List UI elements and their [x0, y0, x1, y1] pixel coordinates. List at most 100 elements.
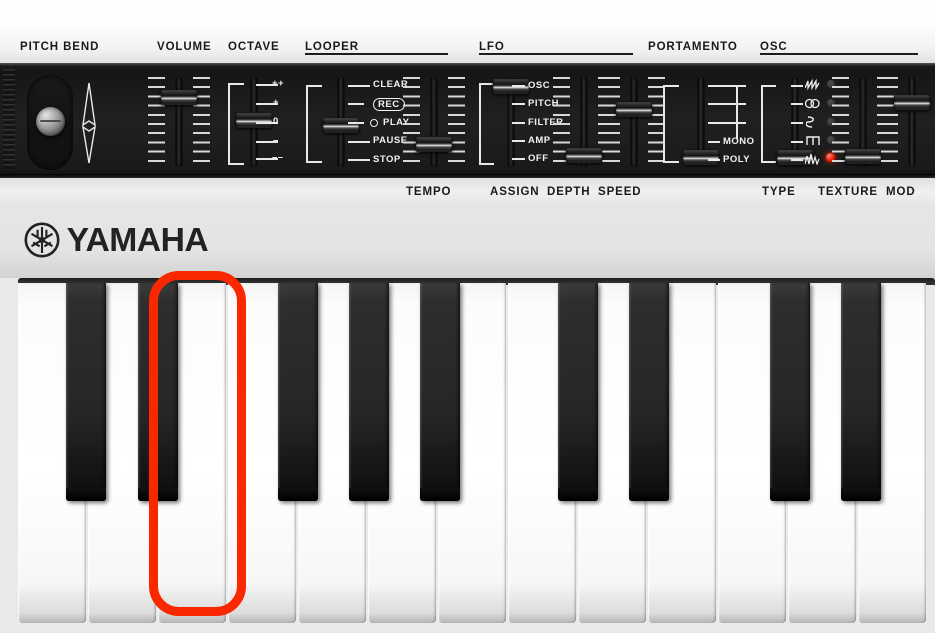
octave-mark-plus: +: [273, 97, 280, 108]
tempo-ticks-left: [403, 77, 420, 167]
black-key-highlighted[interactable]: [278, 283, 318, 501]
speed-slider-track: [630, 77, 638, 167]
volume-slider[interactable]: [148, 77, 210, 167]
tempo-slider[interactable]: [403, 77, 465, 167]
wave-noise-icon: [805, 153, 820, 165]
wave-saw-icon: [805, 79, 820, 90]
vent-grille: [3, 69, 15, 169]
portamento-dash-poly: [708, 159, 720, 161]
pitch-bend-arrows-icon: [82, 82, 96, 164]
octave-bracket: [228, 83, 244, 165]
looper-dash-rec: [348, 103, 364, 105]
bottom-label-speed: SPEED: [598, 186, 642, 198]
bottom-label-type: TYPE: [762, 186, 796, 198]
looper-dash-stop: [348, 159, 370, 161]
texture-slider-cap[interactable]: [845, 149, 881, 164]
portamento-dash-2: [708, 122, 746, 124]
looper-dash-pause: [348, 141, 370, 143]
lfo-dest-off: OFF: [528, 153, 549, 164]
black-key[interactable]: [349, 283, 389, 501]
black-key[interactable]: [770, 283, 810, 501]
mod-slider-cap[interactable]: [894, 95, 930, 110]
looper-mode-stop: STOP: [373, 154, 401, 165]
section-rule-osc: [760, 53, 918, 55]
lfo-dash-pitch: [512, 103, 525, 105]
looper-slider-cap[interactable]: [323, 118, 359, 133]
section-label-osc: OSC: [760, 41, 788, 53]
portamento-mode-mono: MONO: [723, 136, 755, 147]
section-label-octave: OCTAVE: [228, 41, 280, 53]
portamento-bracket: [663, 85, 679, 163]
speed-slider-cap[interactable]: [616, 102, 652, 117]
brand-logo: YAMAHA: [24, 221, 209, 259]
lfo-bracket: [479, 83, 494, 165]
section-label-looper: LOOPER: [305, 41, 359, 53]
lfo-dest-amp: AMP: [528, 135, 551, 146]
section-rule-looper: [305, 53, 448, 55]
portamento-vertical-rule: [736, 87, 738, 139]
osc-dash-3: [791, 141, 803, 143]
bottom-label-texture: TEXTURE: [818, 186, 878, 198]
speed-slider[interactable]: [603, 77, 665, 167]
portamento-dash-1: [708, 103, 746, 105]
black-key[interactable]: [841, 283, 881, 501]
top-label-band: PITCH BEND VOLUME OCTAVE LOOPER LFO PORT…: [0, 0, 935, 63]
octave-mark-plusplus: ++: [272, 78, 285, 89]
tempo-slider-track: [430, 77, 438, 167]
section-label-portamento: PORTAMENTO: [648, 41, 738, 53]
black-key[interactable]: [420, 283, 460, 501]
mod-slider[interactable]: [881, 77, 930, 167]
yamaha-tuning-fork-logo-icon: [24, 222, 60, 258]
octave-mark-minusminus: ––: [272, 152, 284, 163]
black-key[interactable]: [629, 283, 669, 501]
black-key[interactable]: [558, 283, 598, 501]
section-label-volume: VOLUME: [157, 41, 212, 53]
portamento-dash-mono: [708, 141, 720, 143]
depth-slider-cap[interactable]: [566, 148, 602, 163]
osc-dash-0: [791, 85, 803, 87]
section-rule-lfo: [479, 53, 633, 55]
texture-slider[interactable]: [832, 77, 894, 167]
looper-dash-clear: [348, 85, 370, 87]
octave-mark-minus: –: [273, 135, 279, 146]
looper-bracket: [306, 85, 322, 163]
osc-dash-2: [791, 122, 803, 124]
depth-slider[interactable]: [553, 77, 615, 167]
osc-dash-1: [791, 103, 803, 105]
control-panel: ++ + 0 – –– CLEAR REC PLAY PAUSE STOP OS…: [0, 63, 935, 178]
osc-bracket: [761, 85, 776, 163]
bottom-label-assign: ASSIGN: [490, 186, 540, 198]
wave-sine-icon: [806, 116, 814, 128]
tempo-ticks-right: [448, 77, 465, 167]
lfo-dash-off: [512, 158, 525, 160]
volume-slider-cap[interactable]: [161, 90, 197, 105]
looper-dash-play: [348, 122, 364, 124]
lfo-dash-filter: [512, 122, 525, 124]
looper-play-indicator: [370, 119, 378, 127]
synthesizer-screenshot: PITCH BEND VOLUME OCTAVE LOOPER LFO PORT…: [0, 0, 935, 633]
bottom-label-mod: MOD: [886, 186, 916, 198]
brand-name: YAMAHA: [66, 221, 209, 258]
wave-square-icon: [806, 136, 820, 145]
looper-mode-rec: REC: [373, 98, 405, 111]
black-key[interactable]: [66, 283, 106, 501]
wave-double-icon: [805, 98, 820, 109]
bottom-label-depth: DEPTH: [547, 186, 591, 198]
portamento-dash-0: [708, 85, 746, 87]
pitch-bend-wheel[interactable]: [36, 107, 65, 136]
annotation-highlight-rectangle: [149, 271, 246, 616]
tempo-slider-cap[interactable]: [416, 137, 452, 152]
portamento-mode-poly: POLY: [723, 154, 750, 165]
lfo-dash-amp: [512, 140, 525, 142]
lfo-dest-osc: OSC: [528, 80, 551, 91]
bottom-label-tempo: TEMPO: [406, 186, 452, 198]
portamento-slider-cap[interactable]: [683, 150, 719, 165]
osc-dash-4: [791, 159, 803, 161]
octave-mark-zero: 0: [273, 116, 279, 127]
speed-ticks-left: [603, 77, 620, 167]
section-label-pitch-bend: PITCH BEND: [20, 41, 100, 53]
lfo-dash-osc: [512, 85, 525, 87]
section-label-lfo: LFO: [479, 41, 505, 53]
mod-slider-track: [908, 77, 916, 167]
mod-ticks-left: [881, 77, 898, 167]
